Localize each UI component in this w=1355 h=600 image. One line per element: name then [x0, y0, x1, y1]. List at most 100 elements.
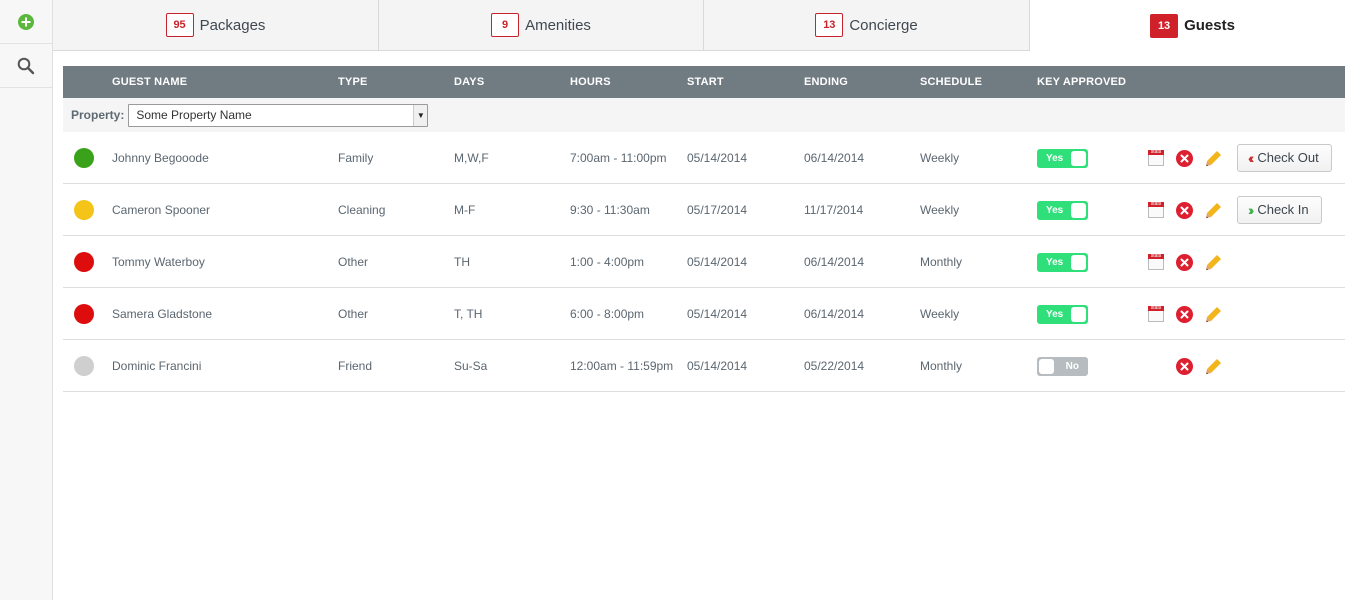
guest-days: T, TH: [454, 307, 483, 321]
check-out-button[interactable]: ‹‹ Check Out: [1237, 144, 1332, 172]
header-type[interactable]: TYPE: [338, 76, 368, 88]
status-indicator-icon: [74, 200, 94, 220]
header-hours[interactable]: HOURS: [570, 76, 611, 88]
header-start[interactable]: START: [687, 76, 724, 88]
guest-days: M,W,F: [454, 151, 489, 165]
guest-name: Samera Gladstone: [112, 307, 213, 321]
guest-hours: 6:00 - 8:00pm: [570, 307, 645, 321]
header-schedule[interactable]: SCHEDULE: [920, 76, 982, 88]
table-row: Tommy Waterboy Other TH 1:00 - 4:00pm 05…: [63, 236, 1345, 288]
tab-label: Guests: [1184, 17, 1235, 34]
key-approved-toggle[interactable]: Yes: [1037, 148, 1088, 168]
guest-name: Cameron Spooner: [112, 203, 211, 217]
calendar-button[interactable]: stats: [1148, 288, 1164, 340]
add-button[interactable]: [0, 0, 52, 44]
edit-button[interactable]: [1205, 340, 1222, 392]
tab-concierge[interactable]: 13 Concierge: [704, 0, 1030, 51]
delete-button[interactable]: [1176, 340, 1193, 392]
key-approved-toggle[interactable]: Yes: [1037, 200, 1088, 220]
edit-button[interactable]: [1205, 184, 1222, 236]
table-row: Dominic Francini Friend Su-Sa 12:00am - …: [63, 340, 1345, 392]
key-approved-toggle[interactable]: Yes: [1037, 304, 1088, 324]
guest-ending: 06/14/2014: [804, 255, 865, 269]
guest-schedule: Monthly: [920, 255, 963, 269]
guest-start: 05/14/2014: [687, 151, 748, 165]
edit-button[interactable]: [1205, 288, 1222, 340]
calendar-button[interactable]: stats: [1148, 184, 1164, 236]
calendar-icon: stats: [1148, 202, 1164, 218]
guest-schedule: Weekly: [920, 151, 960, 165]
double-chevron-left-icon: ‹‹: [1248, 150, 1255, 166]
guest-ending: 06/14/2014: [804, 307, 865, 321]
toggle-knob: [1071, 150, 1086, 166]
action-button-label: Check In: [1257, 202, 1309, 217]
status-indicator-icon: [74, 252, 94, 272]
guest-ending: 11/17/2014: [804, 203, 864, 217]
table-row: Samera Gladstone Other T, TH 6:00 - 8:00…: [63, 288, 1345, 340]
pencil-icon: [1206, 150, 1221, 166]
action-button-label: Check Out: [1257, 150, 1319, 165]
guest-start: 05/14/2014: [687, 307, 748, 321]
guests-table: GUEST NAME TYPE DAYS HOURS START ENDING …: [63, 66, 1345, 392]
key-approved-label: Yes: [1046, 152, 1064, 164]
calendar-icon: stats: [1148, 150, 1164, 166]
delete-icon: [1176, 253, 1193, 271]
toggle-knob: [1039, 358, 1054, 374]
property-select[interactable]: Some Property Name ▼: [128, 103, 429, 127]
double-chevron-right-icon: ››: [1248, 202, 1255, 218]
status-indicator-icon: [74, 304, 94, 324]
key-approved-label: Yes: [1046, 256, 1064, 268]
key-approved-label: No: [1065, 360, 1079, 372]
guest-days: Su-Sa: [454, 359, 488, 373]
tab-label: Concierge: [849, 16, 918, 34]
key-approved-toggle[interactable]: No: [1037, 356, 1088, 376]
pencil-icon: [1206, 202, 1221, 218]
calendar-icon-text: stats: [1150, 253, 1162, 259]
tab-count-badge: 9: [491, 13, 520, 37]
tab-count-badge: 13: [815, 13, 844, 37]
calendar-button[interactable]: stats: [1148, 132, 1164, 184]
pencil-icon: [1206, 358, 1221, 374]
property-filter: Property: Some Property Name ▼: [63, 98, 1345, 132]
calendar-icon-text: stats: [1150, 305, 1162, 311]
table-row: Johnny Begooode Family M,W,F 7:00am - 11…: [63, 132, 1345, 184]
header-ending[interactable]: ENDING: [804, 76, 848, 88]
header-days[interactable]: DAYS: [454, 76, 484, 88]
guest-type: Other: [338, 307, 369, 321]
guest-days: M-F: [454, 203, 476, 217]
calendar-button[interactable]: stats: [1148, 236, 1164, 288]
search-button[interactable]: [0, 44, 52, 88]
key-approved-toggle[interactable]: Yes: [1037, 252, 1088, 272]
tab-packages[interactable]: 95 Packages: [53, 0, 379, 51]
tab-label: Amenities: [525, 16, 591, 34]
guest-type: Other: [338, 255, 369, 269]
delete-button[interactable]: [1176, 288, 1193, 340]
header-guest-name[interactable]: GUEST NAME: [112, 76, 187, 88]
guest-name: Tommy Waterboy: [112, 255, 205, 269]
tab-guests[interactable]: 13 Guests: [1030, 0, 1355, 51]
sidebar: [0, 0, 53, 600]
pencil-icon: [1206, 254, 1221, 270]
guest-ending: 05/22/2014: [804, 359, 865, 373]
tab-bar: 95 Packages 9 Amenities 13 Concierge 13 …: [53, 0, 1355, 51]
delete-button[interactable]: [1176, 184, 1193, 236]
delete-button[interactable]: [1176, 236, 1193, 288]
edit-button[interactable]: [1205, 236, 1222, 288]
toggle-knob: [1071, 254, 1086, 270]
check-in-button[interactable]: ›› Check In: [1237, 196, 1322, 224]
guest-type: Family: [338, 151, 374, 165]
guest-schedule: Weekly: [920, 307, 960, 321]
header-key-approved[interactable]: KEY APPROVED: [1037, 76, 1126, 88]
delete-icon: [1176, 201, 1193, 219]
edit-button[interactable]: [1205, 132, 1222, 184]
delete-button[interactable]: [1176, 132, 1193, 184]
guest-name: Dominic Francini: [112, 359, 202, 373]
guest-type: Friend: [338, 359, 373, 373]
table-row: Cameron Spooner Cleaning M-F 9:30 - 11:3…: [63, 184, 1345, 236]
pencil-icon: [1206, 306, 1221, 322]
guest-start: 05/17/2014: [687, 203, 748, 217]
delete-icon: [1176, 305, 1193, 323]
delete-icon: [1176, 357, 1193, 375]
tab-label: Packages: [199, 16, 266, 34]
tab-amenities[interactable]: 9 Amenities: [379, 0, 704, 51]
